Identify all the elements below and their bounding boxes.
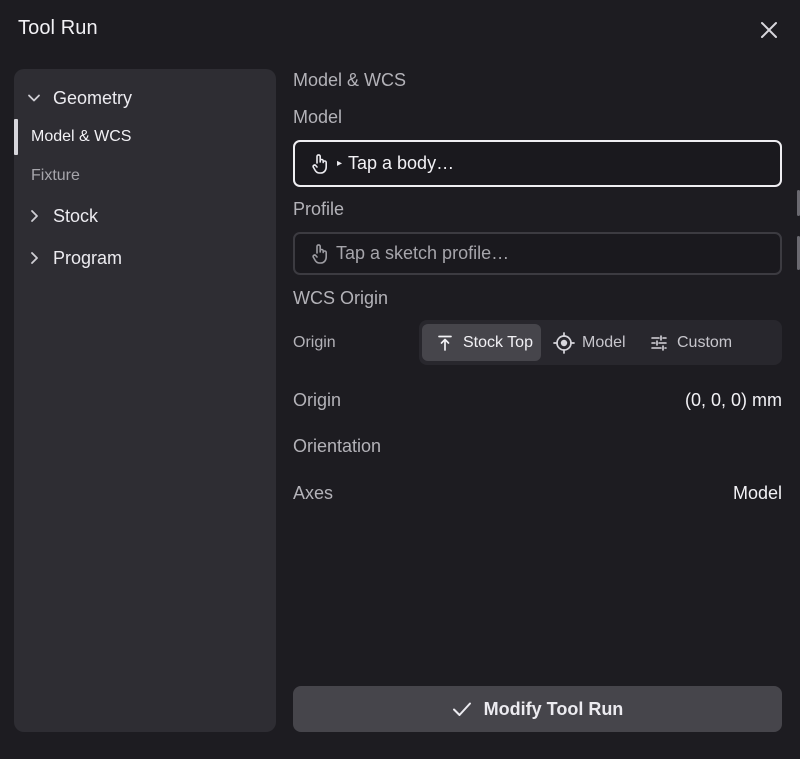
- profile-picker[interactable]: Tap a sketch profile…: [293, 232, 782, 275]
- chevron-down-icon: [28, 94, 40, 102]
- axes-value: Model: [732, 483, 782, 503]
- checkmark-icon: [452, 702, 471, 716]
- chevron-right-icon: [31, 252, 38, 264]
- model-picker[interactable]: ▸ Tap a body…: [293, 140, 782, 187]
- button-label: Modify Tool Run: [483, 698, 624, 719]
- origin-selector-label: Origin: [293, 334, 336, 351]
- dialog-title: Tool Run: [18, 17, 98, 39]
- option-label: Custom: [677, 333, 733, 351]
- sidebar-item-label: Model & WCS: [31, 128, 132, 145]
- tap-hand-icon: [312, 153, 327, 174]
- target-icon: [553, 331, 575, 354]
- option-label: Model: [582, 333, 626, 351]
- sidebar: Geometry Model & WCS Fixture Stock Progr…: [14, 69, 276, 732]
- axes-label: Axes: [293, 483, 334, 503]
- sidebar-item-fixture[interactable]: Fixture: [14, 158, 276, 194]
- sliders-icon: [651, 334, 667, 351]
- sidebar-item-label: Geometry: [53, 87, 133, 108]
- profile-label: Profile: [293, 199, 345, 219]
- origin-option-model[interactable]: Model: [543, 324, 639, 361]
- model-placeholder: Tap a body…: [348, 153, 455, 173]
- origin-option-custom[interactable]: Custom: [641, 324, 751, 361]
- origin-segmented-control: Stock Top Model Custom: [419, 320, 782, 365]
- sidebar-item-model-wcs[interactable]: Model & WCS: [14, 119, 276, 155]
- tool-run-dialog: Tool Run Geometry Model & WCS Fixture St…: [0, 0, 800, 759]
- sidebar-item-label: Program: [53, 247, 123, 268]
- sidebar-item-stock[interactable]: Stock: [14, 199, 276, 233]
- section-title: Model & WCS: [293, 70, 407, 90]
- origin-option-stock-top[interactable]: Stock Top: [422, 324, 541, 361]
- sidebar-item-program[interactable]: Program: [14, 241, 276, 275]
- modify-tool-run-button[interactable]: Modify Tool Run: [293, 686, 782, 732]
- origin-value: (0, 0, 0) mm: [684, 390, 782, 410]
- sidebar-item-geometry[interactable]: Geometry: [14, 81, 276, 115]
- orientation-label: Orientation: [293, 436, 382, 456]
- profile-placeholder: Tap a sketch profile…: [336, 243, 510, 263]
- chevron-right-icon: [31, 210, 38, 222]
- sidebar-item-label: Stock: [53, 205, 99, 226]
- option-label: Stock Top: [463, 333, 533, 351]
- wcs-origin-title: WCS Origin: [293, 288, 389, 308]
- close-button[interactable]: [757, 18, 781, 42]
- close-icon: [761, 22, 777, 38]
- play-arrow-icon: ▸: [337, 158, 343, 169]
- origin-value-label: Origin: [293, 390, 342, 410]
- active-indicator: [14, 119, 18, 155]
- model-label: Model: [293, 107, 343, 127]
- sidebar-item-label: Fixture: [31, 167, 80, 184]
- tap-hand-icon: [312, 243, 327, 264]
- align-top-icon: [438, 335, 452, 351]
